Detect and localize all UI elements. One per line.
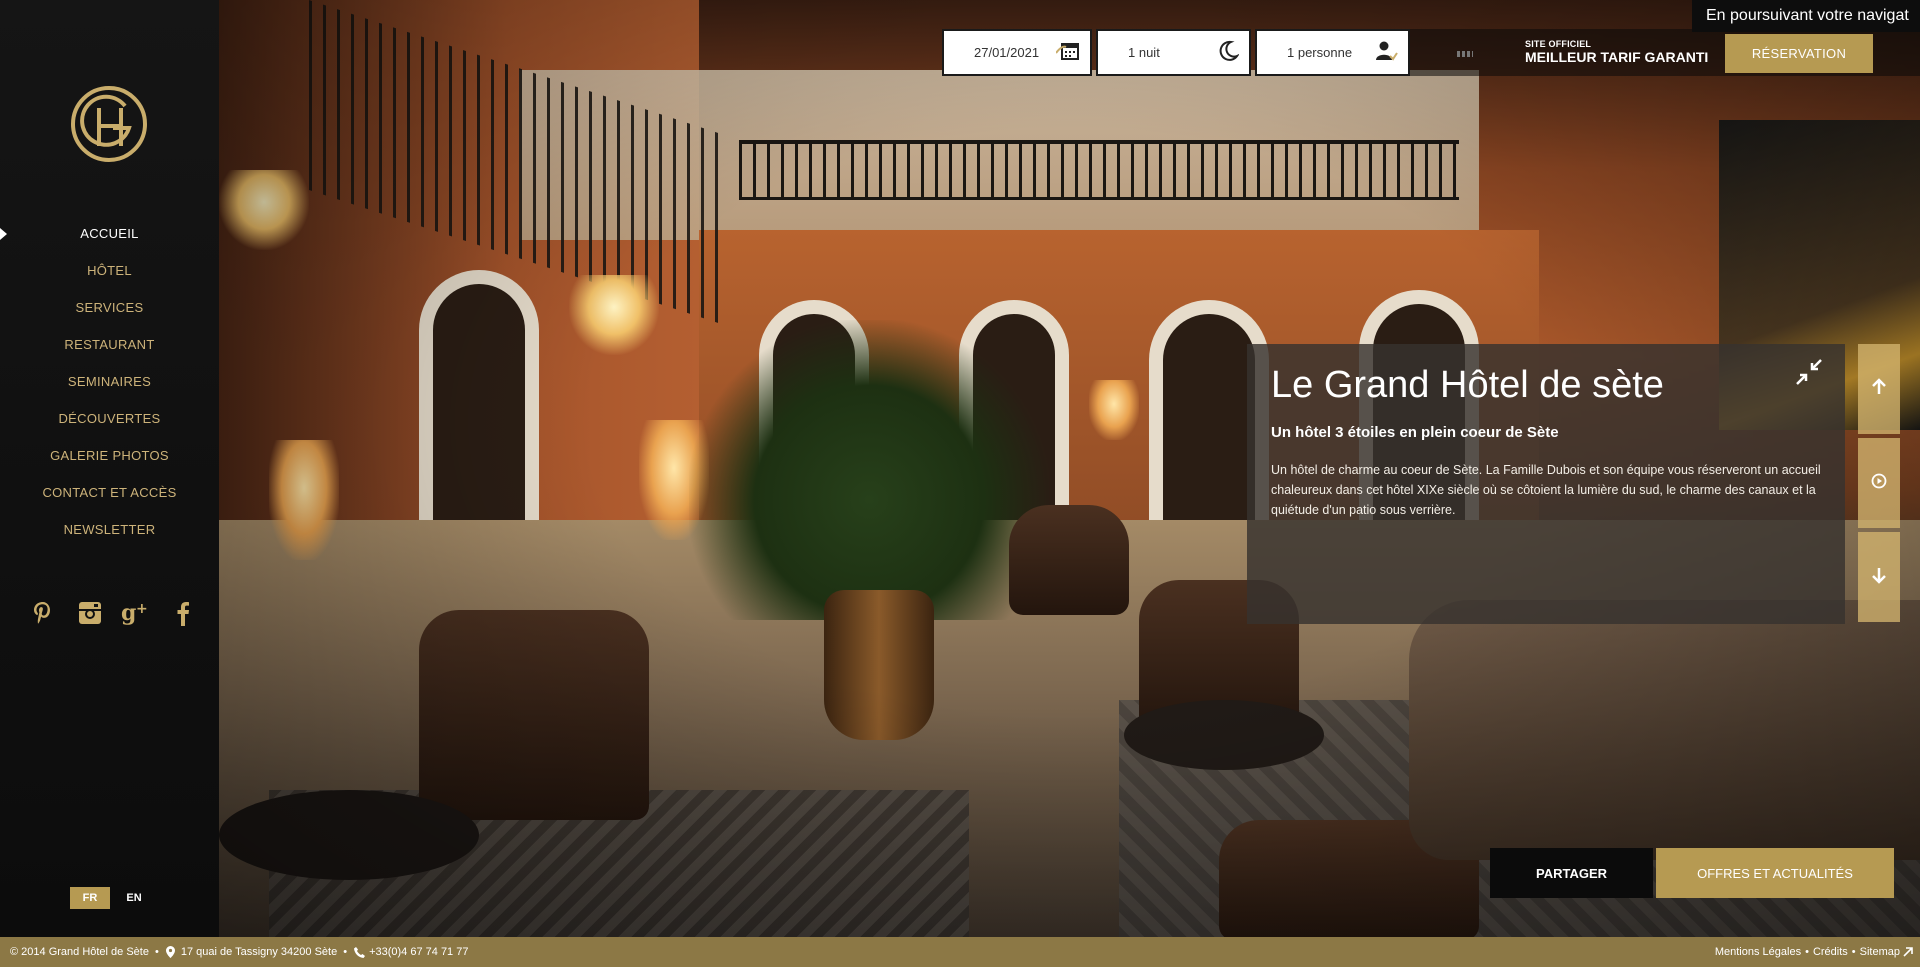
nights-value: 1 nuit bbox=[1128, 45, 1160, 60]
nav-item-galerie-photos[interactable]: GALERIE PHOTOS bbox=[0, 437, 219, 474]
hotel-logo[interactable] bbox=[69, 84, 149, 164]
booking-widget: 27/01/2021 1 nuit 1 personne bbox=[942, 29, 1414, 76]
calendar-icon bbox=[1055, 41, 1080, 64]
persons-value: 1 personne bbox=[1287, 45, 1353, 60]
active-marker-icon bbox=[0, 227, 7, 240]
svg-text:g: g bbox=[121, 600, 136, 626]
nav-link[interactable]: CONTACT ET ACCÈS bbox=[42, 485, 176, 500]
location-pin-icon bbox=[165, 946, 177, 958]
address-text: 17 quai de Tassigny 34200 Sète bbox=[180, 946, 338, 958]
separator-dots-icon bbox=[1457, 51, 1473, 57]
nav-item-restaurant[interactable]: RESTAURANT bbox=[0, 326, 219, 363]
next-slide-button[interactable] bbox=[1858, 532, 1900, 622]
cookie-banner-text: En poursuivant votre navigat bbox=[1706, 7, 1909, 24]
sitemap-link[interactable]: Sitemap bbox=[1860, 946, 1900, 958]
lang-fr-button[interactable]: FR bbox=[70, 887, 110, 909]
reservation-button[interactable]: RÉSERVATION bbox=[1725, 34, 1873, 73]
official-site-label: SITE OFFICIEL bbox=[1525, 39, 1592, 49]
nav-link[interactable]: SEMINAIRES bbox=[68, 374, 151, 389]
best-rate-label: MEILLEUR TARIF GARANTI bbox=[1525, 49, 1709, 65]
sidebar: ACCUEIL HÔTEL SERVICES RESTAURANT SEMINA… bbox=[0, 0, 219, 937]
hero-subtitle: Un hôtel 3 étoiles en plein coeur de Sèt… bbox=[1271, 424, 1559, 441]
hero-description: Un hôtel de charme au coeur de Sète. La … bbox=[1271, 463, 1821, 517]
copyright-text: © 2014 Grand Hôtel de Sète bbox=[10, 946, 149, 958]
collapse-panel-icon[interactable] bbox=[1795, 358, 1823, 386]
phone-icon bbox=[353, 946, 365, 958]
nav-item-services[interactable]: SERVICES bbox=[0, 289, 219, 326]
language-switcher: FR EN bbox=[70, 887, 154, 909]
nav-item-hotel[interactable]: HÔTEL bbox=[0, 252, 219, 289]
scroll-arrow-icon[interactable] bbox=[1902, 946, 1914, 958]
nav-link[interactable]: RESTAURANT bbox=[64, 337, 154, 352]
nav-link[interactable]: DÉCOUVERTES bbox=[58, 411, 160, 426]
hero-info-panel: Le Grand Hôtel de sète Un hôtel 3 étoile… bbox=[1247, 344, 1845, 624]
nav-item-contact[interactable]: CONTACT ET ACCÈS bbox=[0, 474, 219, 511]
persons-field[interactable]: 1 personne bbox=[1255, 29, 1410, 76]
lang-en-button[interactable]: EN bbox=[114, 887, 154, 909]
cookie-banner[interactable]: En poursuivant votre navigat bbox=[1692, 0, 1920, 32]
best-rate-guarantee: SITE OFFICIEL MEILLEUR TARIF GARANTI bbox=[1525, 39, 1709, 65]
separator-dot: • bbox=[154, 946, 159, 958]
nav-item-newsletter[interactable]: NEWSLETTER bbox=[0, 511, 219, 548]
phone-text: +33(0)4 67 74 71 77 bbox=[369, 946, 469, 958]
social-links: g + bbox=[28, 598, 198, 628]
footer: © 2014 Grand Hôtel de Sète • 17 quai de … bbox=[0, 937, 1920, 967]
moon-icon bbox=[1217, 40, 1240, 65]
nights-field[interactable]: 1 nuit bbox=[1096, 29, 1251, 76]
nav-link[interactable]: ACCUEIL bbox=[80, 226, 138, 241]
credits-link[interactable]: Crédits bbox=[1813, 946, 1848, 958]
offers-news-button[interactable]: OFFRES ET ACTUALITÉS bbox=[1656, 848, 1894, 898]
main-navigation: ACCUEIL HÔTEL SERVICES RESTAURANT SEMINA… bbox=[0, 215, 219, 548]
legal-notice-link[interactable]: Mentions Légales bbox=[1715, 946, 1801, 958]
nav-item-accueil[interactable]: ACCUEIL bbox=[0, 215, 219, 252]
google-plus-icon[interactable]: g + bbox=[121, 598, 151, 628]
nav-link[interactable]: NEWSLETTER bbox=[64, 522, 156, 537]
nav-link[interactable]: SERVICES bbox=[76, 300, 144, 315]
instagram-icon[interactable] bbox=[75, 598, 105, 628]
arrow-down-icon bbox=[1871, 566, 1887, 589]
nav-link[interactable]: HÔTEL bbox=[87, 263, 132, 278]
share-button[interactable]: PARTAGER bbox=[1490, 848, 1653, 898]
play-circle-icon bbox=[1871, 473, 1887, 494]
arrival-date-value: 27/01/2021 bbox=[974, 45, 1040, 60]
play-slideshow-button[interactable] bbox=[1858, 438, 1900, 528]
hero-title: Le Grand Hôtel de sète bbox=[1271, 364, 1664, 406]
person-icon bbox=[1374, 40, 1398, 65]
nav-item-decouvertes[interactable]: DÉCOUVERTES bbox=[0, 400, 219, 437]
arrow-up-icon bbox=[1871, 377, 1887, 401]
pinterest-icon[interactable] bbox=[28, 598, 58, 628]
nav-item-seminaires[interactable]: SEMINAIRES bbox=[0, 363, 219, 400]
separator-dot: • bbox=[1805, 946, 1809, 958]
separator-dot: • bbox=[1851, 946, 1856, 958]
nav-link[interactable]: GALERIE PHOTOS bbox=[50, 448, 169, 463]
previous-slide-button[interactable] bbox=[1858, 344, 1900, 434]
facebook-icon[interactable] bbox=[168, 598, 198, 628]
separator-dot: • bbox=[343, 946, 348, 958]
svg-text:+: + bbox=[136, 601, 148, 617]
arrival-date-field[interactable]: 27/01/2021 bbox=[942, 29, 1092, 76]
